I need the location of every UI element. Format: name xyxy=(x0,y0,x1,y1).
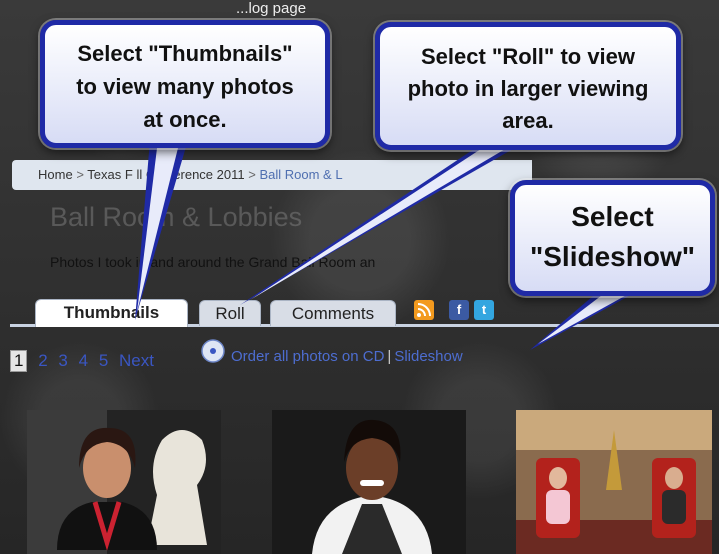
pagination: 1 2 3 4 5 Next xyxy=(10,350,160,372)
callout-line: Select xyxy=(571,201,654,232)
callout-line: Select "Roll" to view xyxy=(420,44,636,69)
breadcrumb-separator: > xyxy=(248,167,256,182)
cd-icon[interactable] xyxy=(200,338,226,364)
slideshow-link[interactable]: Slideshow xyxy=(394,348,462,365)
thumbnail-photo[interactable] xyxy=(27,410,221,554)
breadcrumb-home[interactable]: Home xyxy=(38,167,73,182)
page-3[interactable]: 3 xyxy=(58,351,67,371)
callout-line: photo in larger viewing xyxy=(407,76,649,101)
breadcrumb-separator: > xyxy=(76,167,84,182)
breadcrumb-current[interactable]: Ball Room & L xyxy=(259,167,342,182)
thumbnails-callout: Select "Thumbnails" to view many photos … xyxy=(40,20,330,148)
breadcrumb: Home > Texas F ll Conference 2011 > Ball… xyxy=(12,160,532,190)
tab-roll[interactable]: Roll xyxy=(199,300,261,326)
gallery-title: Ball Room & Lobbies xyxy=(50,202,303,232)
order-separator: | xyxy=(387,348,392,365)
page-5[interactable]: 5 xyxy=(99,351,108,371)
window-title: ...log page xyxy=(236,0,307,17)
callout-line: to view many photos xyxy=(76,74,294,99)
thumbnail-photo[interactable] xyxy=(272,410,466,554)
callout-line: Select "Thumbnails" xyxy=(77,41,293,66)
tab-thumbnails[interactable]: Thumbnails xyxy=(35,299,188,327)
page-4[interactable]: 4 xyxy=(79,351,88,371)
order-cd-link[interactable]: Order all photos on CD xyxy=(231,348,384,365)
callout-line: at once. xyxy=(143,107,227,132)
facebook-icon[interactable]: f xyxy=(449,300,469,320)
slideshow-callout: Select "Slideshow" xyxy=(510,180,715,296)
breadcrumb-texas[interactable]: Texas F xyxy=(87,167,133,182)
next-page-link[interactable]: Next xyxy=(119,351,154,371)
roll-callout: Select "Roll" to view photo in larger vi… xyxy=(375,22,681,150)
order-line: Order all photos on CD | Slideshow xyxy=(231,348,463,365)
thumbnail-photo[interactable] xyxy=(516,410,712,554)
callout-line: area. xyxy=(502,108,554,133)
page-2[interactable]: 2 xyxy=(38,351,47,371)
twitter-icon[interactable]: t xyxy=(474,300,494,320)
gallery-description: Photos I took in and around the Grand Ba… xyxy=(50,254,376,270)
rss-icon[interactable] xyxy=(414,300,434,320)
breadcrumb-conference[interactable]: ll Conference 2011 xyxy=(136,167,244,182)
callout-line: "Slideshow" xyxy=(529,241,696,272)
tab-comments[interactable]: Comments xyxy=(270,300,396,326)
page-1[interactable]: 1 xyxy=(10,350,28,372)
